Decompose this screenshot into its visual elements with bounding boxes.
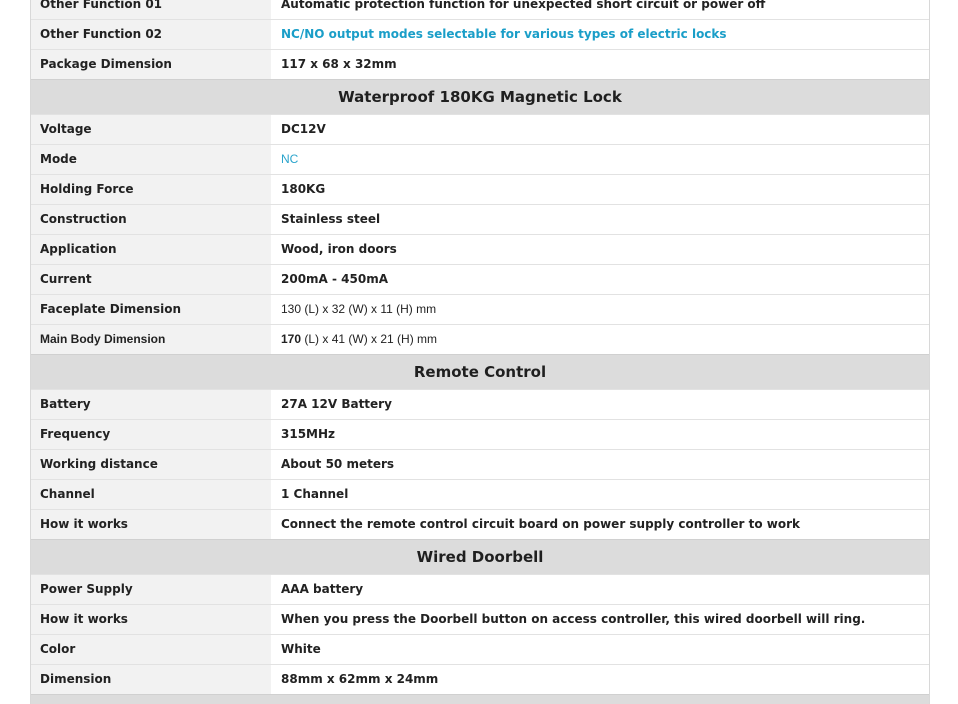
spec-label: How it works [31,510,271,539]
spec-row-frequency: Frequency 315MHz [31,419,929,449]
spec-value: 27A 12V Battery [271,390,929,419]
spec-value: NC [271,145,929,174]
spec-row-voltage: Voltage DC12V [31,114,929,144]
spec-row-how-it-works-doorbell: How it works When you press the Doorbell… [31,604,929,634]
spec-label: Channel [31,480,271,509]
spec-value: When you press the Doorbell button on ac… [271,605,929,634]
spec-row-construction: Construction Stainless steel [31,204,929,234]
spec-row-other-function-02: Other Function 02 NC/NO output modes sel… [31,19,929,49]
spec-row-application: Application Wood, iron doors [31,234,929,264]
spec-row-how-it-works-remote: How it works Connect the remote control … [31,509,929,539]
spec-row-main-body-dimension: Main Body Dimension 170 (L) x 41 (W) x 2… [31,324,929,354]
specification-table: Other Function 01 Automatic protection f… [30,0,930,704]
spec-label: Frequency [31,420,271,449]
section-header-wired-doorbell: Wired Doorbell [31,539,929,574]
spec-label: Faceplate Dimension [31,295,271,324]
spec-value: 88mm x 62mm x 24mm [271,665,929,694]
spec-value: White [271,635,929,664]
spec-value: Stainless steel [271,205,929,234]
spec-row-dimension: Dimension 88mm x 62mm x 24mm [31,664,929,694]
spec-label: Package Dimension [31,50,271,79]
spec-label: Main Body Dimension [31,325,271,354]
spec-row-mode: Mode NC [31,144,929,174]
spec-label: Construction [31,205,271,234]
spec-value: NC/NO output modes selectable for variou… [271,20,929,49]
spec-value: Automatic protection function for unexpe… [271,0,929,19]
spec-value: 117 x 68 x 32mm [271,50,929,79]
spec-value: 1 Channel [271,480,929,509]
spec-value-rest: (L) x 41 (W) x 21 (H) mm [301,332,438,346]
spec-value: 315MHz [271,420,929,449]
spec-value: 130 (L) x 32 (W) x 11 (H) mm [271,295,929,324]
spec-label: Other Function 01 [31,0,271,19]
spec-label: Current [31,265,271,294]
spec-value: About 50 meters [271,450,929,479]
spec-label: Mode [31,145,271,174]
section-header-magnetic-lock: Waterproof 180KG Magnetic Lock [31,79,929,114]
spec-label: Other Function 02 [31,20,271,49]
next-section-header-partial [31,694,929,704]
spec-label: Holding Force [31,175,271,204]
spec-row-power-supply: Power Supply AAA battery [31,574,929,604]
spec-label: Working distance [31,450,271,479]
spec-row-holding-force: Holding Force 180KG [31,174,929,204]
spec-value: DC12V [271,115,929,144]
spec-row-working-distance: Working distance About 50 meters [31,449,929,479]
spec-value: Connect the remote control circuit board… [271,510,929,539]
spec-row-package-dimension: Package Dimension 117 x 68 x 32mm [31,49,929,79]
section-header-remote-control: Remote Control [31,354,929,389]
spec-value-bold-part: 170 [281,332,302,346]
spec-row-color: Color White [31,634,929,664]
spec-value: 170 (L) x 41 (W) x 21 (H) mm [271,325,929,354]
spec-label: Voltage [31,115,271,144]
spec-value: 180KG [271,175,929,204]
spec-value: 200mA - 450mA [271,265,929,294]
spec-label: Dimension [31,665,271,694]
spec-label: How it works [31,605,271,634]
spec-row-current: Current 200mA - 450mA [31,264,929,294]
spec-value: Wood, iron doors [271,235,929,264]
spec-row-other-function-01: Other Function 01 Automatic protection f… [31,0,929,19]
spec-label: Battery [31,390,271,419]
spec-row-battery: Battery 27A 12V Battery [31,389,929,419]
spec-label: Power Supply [31,575,271,604]
spec-row-channel: Channel 1 Channel [31,479,929,509]
spec-value: AAA battery [271,575,929,604]
spec-label: Application [31,235,271,264]
spec-row-faceplate-dimension: Faceplate Dimension 130 (L) x 32 (W) x 1… [31,294,929,324]
spec-label: Color [31,635,271,664]
